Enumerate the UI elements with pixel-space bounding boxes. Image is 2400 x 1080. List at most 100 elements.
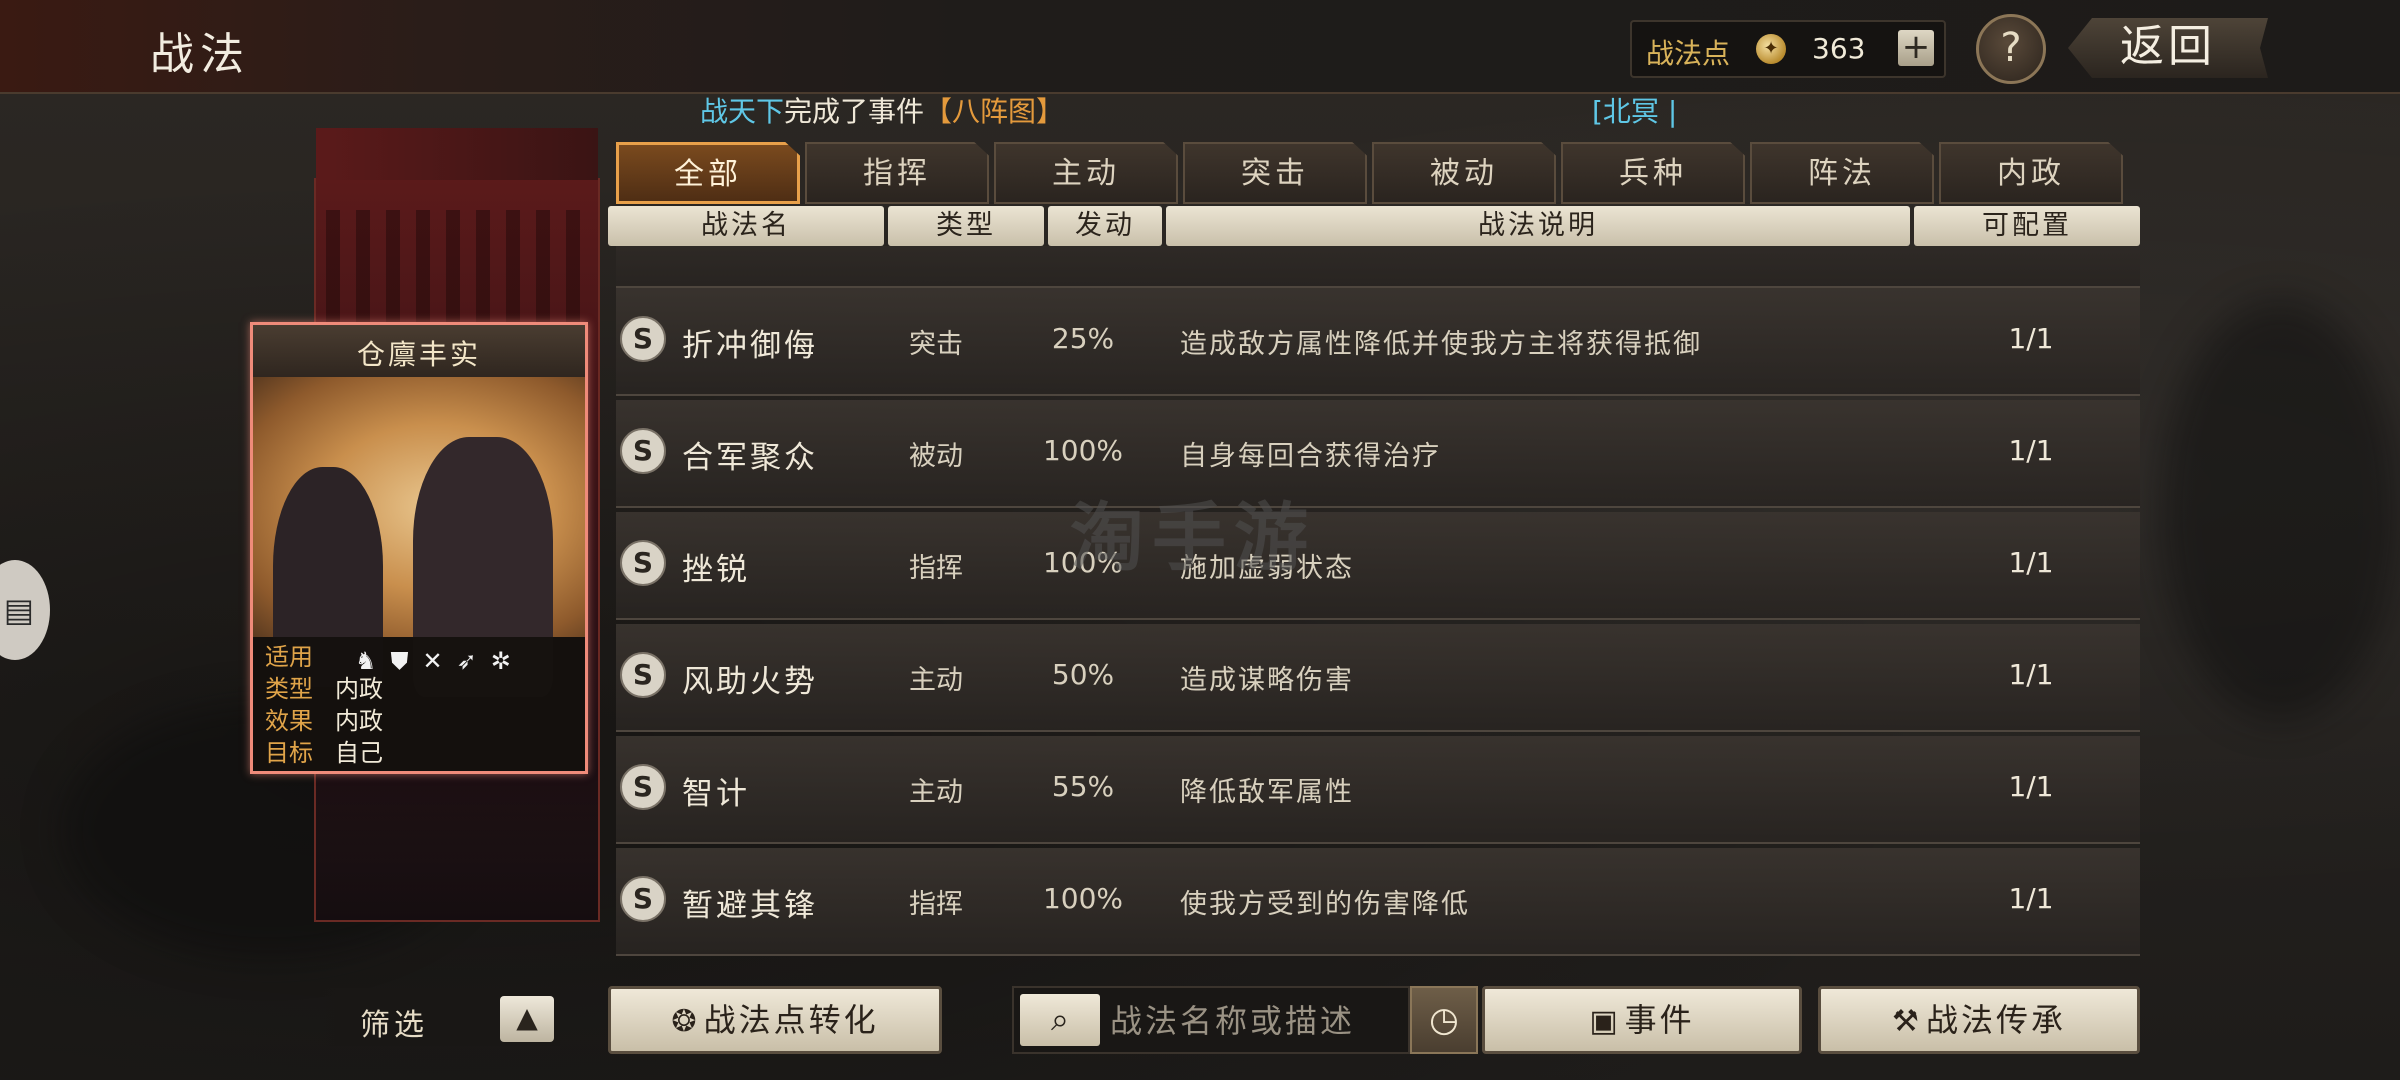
- grade-s-icon: S: [620, 652, 666, 698]
- card-row-applies: 适用 ♞⛊✕➶✲: [265, 641, 511, 675]
- hammer-icon: ⚒: [1892, 1004, 1922, 1039]
- tactic-point-coin-icon: ✦: [1756, 34, 1786, 64]
- page-title: 战法: [150, 29, 250, 80]
- tactic-name: 挫锐: [682, 552, 750, 588]
- tactic-type: 突击: [909, 329, 963, 360]
- tactic-name: 暂避其锋: [682, 888, 818, 924]
- tactic-configurable: 1/1: [2008, 882, 2054, 915]
- tactic-type: 被动: [909, 441, 963, 472]
- event-label: 事件: [1624, 1001, 1695, 1039]
- tactic-rate: 55%: [1051, 770, 1115, 803]
- tactic-card-info: 适用 ♞⛊✕➶✲ 类型 内政 效果 内政 目标 自己: [253, 637, 585, 771]
- card-row-value: 自己: [335, 739, 383, 767]
- card-row-key: 适用: [265, 643, 313, 671]
- shield-icon: ⛊: [390, 647, 423, 675]
- list-item[interactable]: S 风助火势 主动 50% 造成谋略伤害 1/1: [616, 624, 2140, 732]
- ticker-next-player: [北冥 |: [1592, 95, 1678, 128]
- tactic-list[interactable]: S 折冲御侮 突击 25% 造成敌方属性降低并使我方主将获得抵御 1/1 S 合…: [616, 246, 2140, 964]
- add-points-button[interactable]: +: [1898, 30, 1934, 66]
- tactic-description: 使我方受到的伤害降低: [1180, 889, 1470, 920]
- clock-icon[interactable]: ◷: [1410, 986, 1478, 1054]
- cavalry-icon: ♞: [355, 647, 391, 675]
- list-item[interactable]: S 折冲御侮 突击 25% 造成敌方属性降低并使我方主将获得抵御 1/1: [616, 288, 2140, 396]
- tactic-rate: 100%: [1042, 434, 1124, 467]
- ticker-text: 完成了事件: [784, 95, 925, 128]
- column-header-name[interactable]: 战法名: [608, 206, 884, 246]
- column-header-type[interactable]: 类型: [888, 206, 1044, 246]
- card-row-effect: 效果 内政: [265, 705, 383, 737]
- card-backdrop-top: [316, 128, 598, 180]
- column-header-configurable[interactable]: 可配置: [1914, 206, 2140, 246]
- filter-toggle-button[interactable]: ▲: [500, 996, 554, 1042]
- ticker-event: 【八阵图】: [924, 95, 1065, 128]
- tactic-configurable: 1/1: [2008, 658, 2054, 691]
- card-row-key: 类型: [265, 675, 313, 703]
- tactic-rate: 25%: [1051, 322, 1115, 355]
- tactic-points-value: 363: [1812, 32, 1866, 65]
- grade-s-icon: S: [620, 540, 666, 586]
- list-item[interactable]: S 合军聚众 被动 100% 自身每回合获得治疗 1/1: [616, 400, 2140, 508]
- spear-icon: ➶: [456, 647, 491, 675]
- tab-formation[interactable]: 阵法: [1750, 142, 1934, 204]
- list-item[interactable]: S 智计 主动 55% 降低敌军属性 1/1: [616, 736, 2140, 844]
- tactic-configurable: 1/1: [2008, 546, 2054, 579]
- tactic-description: 降低敌军属性: [1180, 777, 1354, 808]
- back-button[interactable]: 返回: [2068, 18, 2268, 78]
- tactic-name: 智计: [682, 776, 750, 812]
- tactic-type: 指挥: [909, 889, 963, 920]
- event-button[interactable]: ▣ 事件: [1482, 986, 1802, 1054]
- tactic-configurable: 1/1: [2008, 434, 2054, 467]
- list-item[interactable]: [616, 246, 2140, 288]
- tab-command[interactable]: 指挥: [805, 142, 989, 204]
- tactic-type: 指挥: [909, 553, 963, 584]
- convert-points-label: 战法点转化: [703, 1001, 879, 1039]
- tactic-points-box: 战法点 ✦ 363 +: [1630, 20, 1946, 78]
- tactic-configurable: 1/1: [2008, 322, 2054, 355]
- convert-points-button[interactable]: ❂ 战法点转化: [608, 986, 942, 1054]
- card-row-value: 内政: [335, 675, 383, 703]
- tactic-description: 自身每回合获得治疗: [1180, 441, 1441, 472]
- siege-icon: ✲: [490, 647, 525, 675]
- tactic-card-name: 仓廪丰实: [356, 338, 481, 371]
- list-item[interactable]: S 挫锐 指挥 100% 施加虚弱状态 1/1: [616, 512, 2140, 620]
- column-header-rate[interactable]: 发动: [1048, 206, 1162, 246]
- card-row-key: 效果: [265, 707, 313, 735]
- card-row-type: 类型 内政: [265, 673, 383, 705]
- tactic-name: 折冲御侮: [682, 328, 818, 364]
- column-header-description[interactable]: 战法说明: [1166, 206, 1910, 246]
- tactic-type: 主动: [909, 777, 963, 808]
- tab-troop-type[interactable]: 兵种: [1561, 142, 1745, 204]
- selected-tactic-card[interactable]: 仓廪丰实 适用 ♞⛊✕➶✲ 类型 内政 效果 内政 目标 自己: [250, 322, 588, 774]
- list-item[interactable]: S 暂避其锋 指挥 100% 使我方受到的伤害降低 1/1: [616, 848, 2140, 956]
- tab-passive[interactable]: 被动: [1372, 142, 1556, 204]
- card-row-target: 目标 自己: [265, 737, 383, 769]
- tab-all[interactable]: 全部: [616, 142, 800, 204]
- tactic-name: 风助火势: [682, 664, 818, 700]
- grade-s-icon: S: [620, 316, 666, 362]
- grade-s-icon: S: [620, 428, 666, 474]
- archer-icon: ✕: [422, 647, 457, 675]
- tactic-points-label: 战法点: [1646, 37, 1731, 70]
- event-alert-icon: ▣: [1589, 1004, 1621, 1039]
- tactic-rate: 50%: [1051, 658, 1115, 691]
- tab-assault[interactable]: 突击: [1183, 142, 1367, 204]
- card-row-value: 内政: [335, 707, 383, 735]
- flame-icon: ❂: [671, 1004, 700, 1039]
- tactic-inherit-button[interactable]: ⚒ 战法传承: [1818, 986, 2140, 1054]
- tactic-name: 合军聚众: [682, 440, 818, 476]
- search-input[interactable]: [1108, 996, 1412, 1046]
- tab-active[interactable]: 主动: [994, 142, 1178, 204]
- search-icon[interactable]: ⌕: [1020, 994, 1100, 1046]
- tactic-description: 造成谋略伤害: [1180, 665, 1354, 696]
- tab-internal-affairs[interactable]: 内政: [1939, 142, 2123, 204]
- event-ticker: 战天下完成了事件【八阵图】: [700, 94, 1064, 130]
- card-row-key: 目标: [265, 739, 313, 767]
- grade-s-icon: S: [620, 764, 666, 810]
- tactic-description: 造成敌方属性降低并使我方主将获得抵御: [1180, 329, 1702, 360]
- filter-label[interactable]: 筛选: [360, 1000, 428, 1044]
- grade-s-icon: S: [620, 876, 666, 922]
- tactic-inherit-label: 战法传承: [1925, 1001, 2066, 1039]
- help-button[interactable]: ?: [1976, 14, 2046, 84]
- ink-brush-decoration: [2160, 300, 2400, 720]
- watermark: 淘手游: [1070, 495, 1316, 581]
